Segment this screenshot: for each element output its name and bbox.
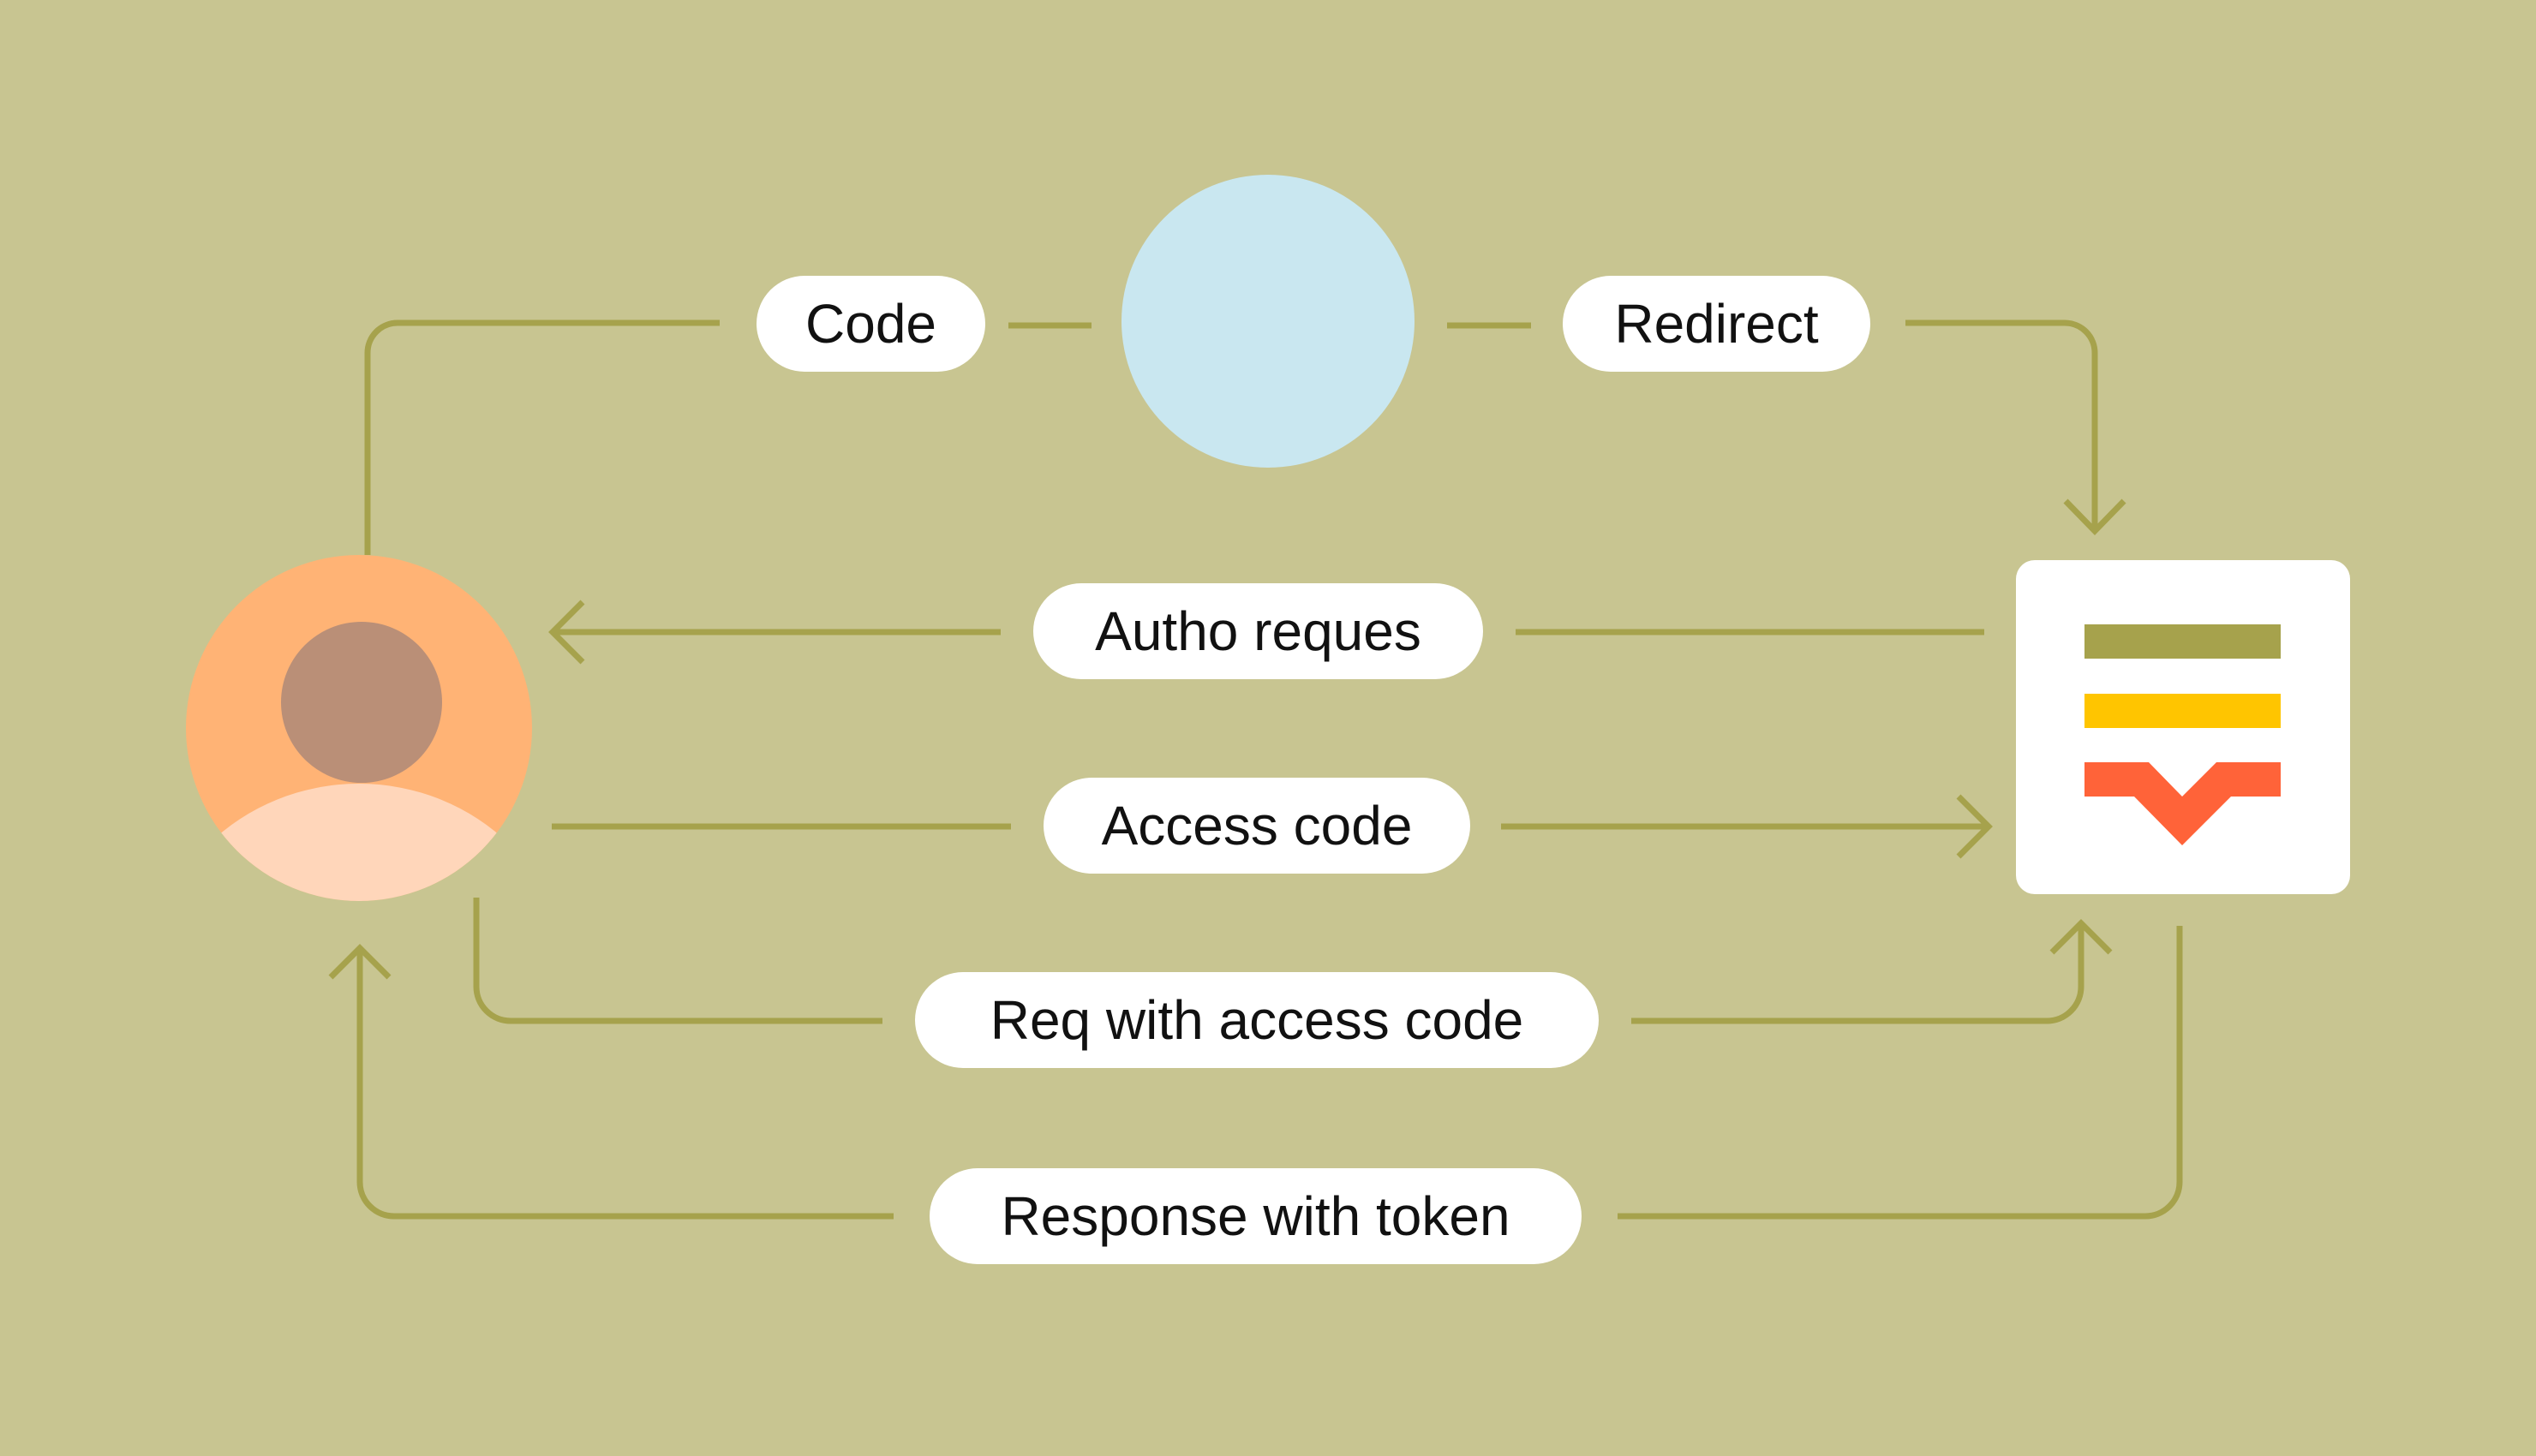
server-bar-1 — [2084, 624, 2281, 659]
server-bar-2 — [2084, 694, 2281, 728]
label-access-code: Access code — [1044, 778, 1470, 874]
label-redirect-text: Redirect — [1614, 293, 1819, 355]
connector-response-right — [1618, 926, 2183, 1220]
connector-response-left — [356, 948, 894, 1220]
connector-req-left — [473, 898, 882, 1024]
label-redirect: Redirect — [1563, 276, 1870, 372]
label-req-with-access-code: Req with access code — [915, 972, 1599, 1068]
label-code-text: Code — [805, 293, 936, 355]
label-autho-request: Autho reques — [1033, 583, 1483, 679]
label-code: Code — [757, 276, 985, 372]
label-response-with-token: Response with token — [930, 1168, 1582, 1264]
avatar-head — [281, 622, 442, 783]
label-req-with-access-code-text: Req with access code — [990, 989, 1524, 1051]
label-autho-request-text: Autho reques — [1095, 600, 1421, 662]
connector-req-right — [1631, 923, 2084, 1024]
globe-icon — [1121, 175, 1415, 468]
connector-user-to-code — [364, 319, 720, 555]
label-response-with-token-text: Response with token — [1001, 1185, 1510, 1247]
label-access-code-text: Access code — [1101, 795, 1413, 856]
connector-redirect-to-server — [1905, 319, 2098, 531]
